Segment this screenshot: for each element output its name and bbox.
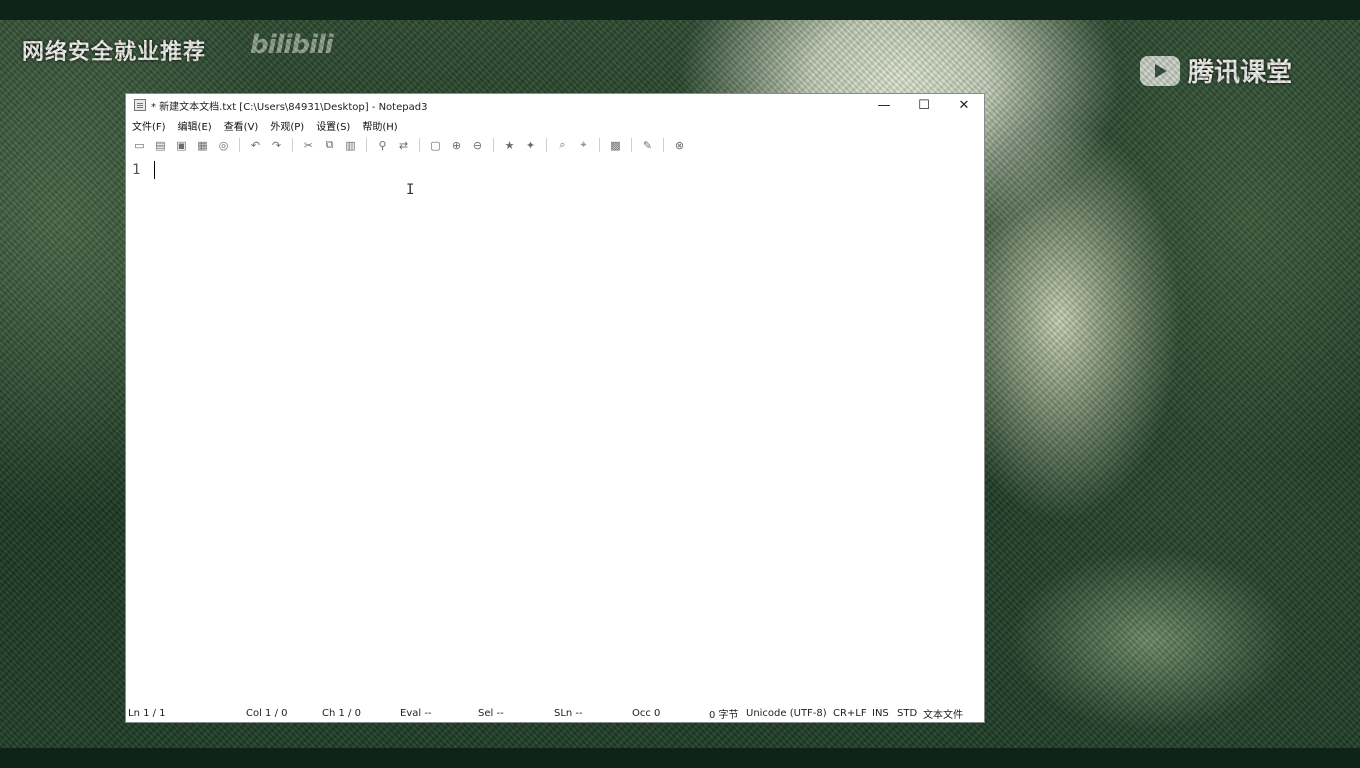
bilibili-logo: bilibili	[250, 30, 334, 60]
toolbar-separator	[546, 138, 547, 152]
window-title: * 新建文本文档.txt [C:\Users\84931\Desktop] - …	[151, 101, 428, 113]
redo-icon[interactable]: ↷	[269, 139, 284, 152]
toolbar-separator	[366, 138, 367, 152]
status-eol[interactable]: CR+LF	[833, 708, 867, 719]
status-encoding[interactable]: Unicode (UTF-8)	[746, 708, 827, 719]
watermark-caption-left: 网络安全就业推荐	[22, 40, 207, 65]
copy-icon[interactable]: ⧉	[322, 138, 337, 152]
bookmark-next-icon[interactable]: ✦	[523, 139, 538, 152]
tencent-classroom-watermark: 腾讯课堂	[1140, 52, 1292, 89]
menu-help[interactable]: 帮助(H)	[362, 118, 397, 133]
notepad-icon	[134, 99, 146, 111]
find-icon[interactable]: ⚲	[375, 139, 390, 152]
ibeam-cursor-icon: I	[406, 182, 415, 198]
text-caret	[154, 161, 155, 179]
open-icon[interactable]: ▤	[153, 139, 168, 152]
menu-view[interactable]: 查看(V)	[224, 118, 259, 133]
maximize-button[interactable]: ☐	[904, 94, 944, 116]
watermark-caption-right: 腾讯课堂	[1188, 58, 1293, 88]
toolbar-separator	[599, 138, 600, 152]
zoom-out-icon[interactable]: ⊖	[470, 139, 485, 152]
status-sln[interactable]: SLn --	[554, 708, 583, 719]
browse-icon[interactable]: ◎	[216, 139, 231, 152]
minimize-button[interactable]: —	[864, 94, 904, 116]
status-ins[interactable]: INS	[872, 708, 889, 719]
toolbar-separator	[631, 138, 632, 152]
undo-icon[interactable]: ↶	[248, 139, 263, 152]
status-sel[interactable]: Sel --	[478, 708, 504, 719]
toolbar-separator	[292, 138, 293, 152]
zoom-fit-icon[interactable]: ⌕	[555, 138, 570, 152]
toolbar-separator	[419, 138, 420, 152]
close-button[interactable]: ✕	[944, 94, 984, 116]
menu-appearance[interactable]: 外观(P)	[270, 118, 304, 133]
zoom-reset-icon[interactable]: ⌖	[576, 138, 591, 152]
pin-icon[interactable]: ✎	[640, 139, 655, 152]
title-bar[interactable]: * 新建文本文档.txt [C:\Users\84931\Desktop] - …	[126, 94, 984, 116]
status-std[interactable]: STD	[897, 708, 917, 719]
letterbox-top	[0, 0, 1360, 20]
toolbar-separator	[493, 138, 494, 152]
letterbox-bottom	[0, 748, 1360, 768]
line-number: 1	[132, 162, 141, 178]
paste-icon[interactable]: ▥	[343, 139, 358, 152]
exit-icon[interactable]: ⊗	[672, 139, 687, 152]
status-col[interactable]: Col 1 / 0	[246, 708, 288, 719]
status-occ[interactable]: Occ 0	[632, 708, 660, 719]
new-icon[interactable]: ▭	[132, 139, 147, 152]
notepad3-window: * 新建文本文档.txt [C:\Users\84931\Desktop] - …	[125, 93, 985, 723]
wordwrap-icon[interactable]: ▢	[428, 139, 443, 152]
menu-file[interactable]: 文件(F)	[132, 118, 166, 133]
bookmark-icon[interactable]: ★	[502, 139, 517, 152]
save-icon[interactable]: ▣	[174, 139, 189, 152]
toolbar-separator	[239, 138, 240, 152]
save-as-icon[interactable]: ▦	[195, 139, 210, 152]
status-eval[interactable]: Eval --	[400, 708, 432, 719]
menu-bar: 文件(F) 编辑(E) 查看(V) 外观(P) 设置(S) 帮助(H)	[126, 116, 984, 134]
play-icon	[1140, 55, 1180, 86]
replace-icon[interactable]: ⇄	[396, 139, 411, 152]
toolbar-separator	[663, 138, 664, 152]
status-ch[interactable]: Ch 1 / 0	[322, 708, 361, 719]
menu-edit[interactable]: 编辑(E)	[178, 118, 212, 133]
text-editor[interactable]: 1 I	[126, 156, 984, 704]
scheme-icon[interactable]: ▩	[608, 139, 623, 152]
status-lexer[interactable]: 文本文件	[923, 706, 963, 721]
status-ln[interactable]: Ln 1 / 1	[128, 708, 166, 719]
toolbar: ▭ ▤ ▣ ▦ ◎ ↶ ↷ ✂ ⧉ ▥ ⚲ ⇄ ▢ ⊕ ⊖ ★ ✦ ⌕ ⌖ ▩ …	[126, 134, 984, 156]
cut-icon[interactable]: ✂	[301, 139, 316, 152]
status-bar: Ln 1 / 1 Col 1 / 0 Ch 1 / 0 Eval -- Sel …	[126, 704, 984, 722]
menu-settings[interactable]: 设置(S)	[316, 118, 350, 133]
zoom-in-icon[interactable]: ⊕	[449, 139, 464, 152]
status-bytes[interactable]: 0 字节	[709, 706, 739, 721]
